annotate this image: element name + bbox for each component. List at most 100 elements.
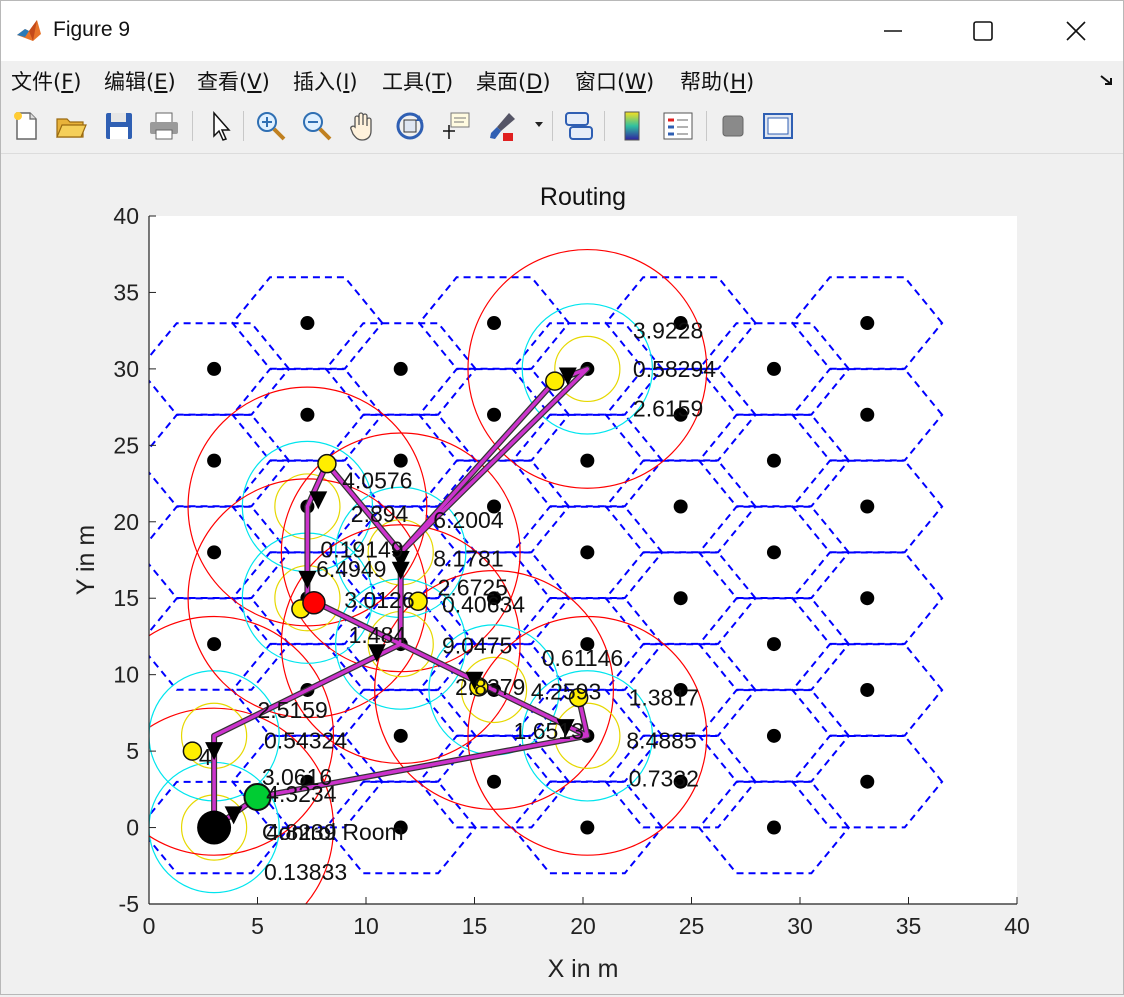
x-tick-label-2: 10 (353, 913, 379, 939)
y-tick-label-7: 5 (126, 738, 139, 764)
sensor-node-16 (393, 361, 408, 376)
y-tick-labels: 40 35 30 25 20 15 10 5 0 -5 (113, 203, 139, 917)
node-annotation-11: 3.0126 (344, 587, 414, 613)
sensor-node-44 (860, 499, 875, 514)
x-tick-labels: 0 5 10 15 20 25 30 35 40 (143, 913, 1030, 939)
sensor-node-12 (393, 728, 408, 743)
sensor-node-45 (860, 407, 875, 422)
pan-hand-icon[interactable] (346, 109, 380, 143)
menu-tools[interactable]: 工具(T) (382, 66, 453, 96)
menu-edit[interactable]: 编辑(E) (104, 66, 176, 96)
sensor-node-35 (766, 820, 781, 835)
close-button[interactable] (1029, 1, 1123, 61)
colorbar-icon[interactable] (615, 109, 649, 143)
sensor-node-21 (487, 407, 502, 422)
node-annotation-26: 0.13833 (264, 859, 347, 885)
x-tick-label-4: 20 (570, 913, 596, 939)
node-annotation-14: 0.61146 (542, 645, 623, 671)
sensor-node-26 (580, 545, 595, 560)
y-axis-label: Y in m (72, 525, 100, 595)
menu-desktop[interactable]: 桌面(D) (476, 66, 551, 96)
new-file-icon[interactable] (9, 109, 43, 143)
node-annotation-15: 2.8379 (455, 674, 525, 700)
node-annotation-22: 0.54324 (264, 727, 347, 753)
y-tick-label-9: -5 (119, 891, 139, 917)
node-annotation-13: 9.0475 (442, 633, 512, 659)
brush-icon[interactable] (485, 109, 519, 143)
sensor-node-4 (207, 361, 222, 376)
node-annotation-10: 0.40634 (442, 591, 525, 617)
cluster-head-node (302, 591, 326, 615)
maximize-button[interactable] (936, 1, 1030, 61)
menu-view[interactable]: 查看(V) (197, 66, 270, 96)
print-icon[interactable] (147, 109, 181, 143)
menu-insert[interactable]: 插入(I) (293, 66, 358, 96)
sensor-node-10 (300, 316, 315, 331)
data-cursor-icon[interactable] (439, 109, 473, 143)
toolbar-separator (706, 111, 707, 141)
base-station-node (197, 810, 232, 845)
save-icon[interactable] (102, 109, 136, 143)
node-annotation-2: 2.6159 (633, 396, 703, 422)
routing-plot[interactable]: Routing X in m Y in m 0 5 10 15 20 25 30 35 40 4… (3, 154, 1121, 992)
sensor-node-22 (487, 316, 502, 331)
node-annotation-1: 0.58294 (633, 356, 716, 382)
active-node-2 (317, 453, 337, 474)
pointer-icon[interactable] (204, 109, 238, 143)
y-tick-label-5: 15 (113, 585, 139, 611)
legend-icon[interactable] (661, 109, 695, 143)
sensor-node-37 (766, 637, 781, 652)
rotate-3d-icon[interactable] (393, 109, 427, 143)
menu-window[interactable]: 窗口(W) (575, 66, 654, 96)
sensor-node-32 (673, 499, 688, 514)
base-station-label-1: 4.8239 (266, 819, 336, 845)
matlab-icon (15, 17, 43, 45)
figure-canvas: Routing X in m Y in m 0 5 10 15 20 25 30 35 40 4… (3, 154, 1121, 992)
node-annotation-8: 8.1781 (433, 545, 503, 571)
x-axis-label: X in m (548, 955, 619, 983)
show-plot-tools-icon[interactable] (761, 109, 795, 143)
close-icon (1066, 21, 1086, 41)
sensor-node-17 (487, 774, 502, 789)
x-tick-label-6: 30 (787, 913, 813, 939)
open-folder-icon[interactable] (54, 109, 88, 143)
x-tick-label-8: 40 (1004, 913, 1030, 939)
toolbar-separator (604, 111, 605, 141)
menu-bar: 文件(F) 编辑(E) 查看(V) 插入(I) 工具(T) 桌面(D) 窗口(W… (1, 61, 1123, 99)
node-annotation-16: 4.2593 (531, 678, 601, 704)
node-annotation-3: 4.0576 (342, 467, 412, 493)
x-tick-label-3: 15 (462, 913, 488, 939)
sensor-node-39 (766, 453, 781, 468)
zoom-in-icon[interactable] (254, 109, 288, 143)
window-title: Figure 9 (53, 18, 131, 41)
hide-plot-tools-icon[interactable] (716, 109, 750, 143)
sensor-node-38 (766, 545, 781, 560)
link-plot-icon[interactable] (562, 109, 596, 143)
menu-file[interactable]: 文件(F) (11, 66, 82, 96)
node-annotation-25: 4 (199, 744, 212, 770)
y-tick-label-6: 10 (113, 662, 139, 688)
node-annotation-7: 6.4949 (316, 556, 386, 582)
y-tick-label-1: 35 (113, 279, 139, 305)
zoom-out-icon[interactable] (300, 109, 334, 143)
sensor-node-23 (580, 820, 595, 835)
chevron-down-icon[interactable] (534, 121, 544, 129)
y-tick-label-3: 25 (113, 432, 139, 458)
title-bar[interactable]: Figure 9 (1, 1, 1123, 61)
y-tick-label-2: 30 (113, 356, 139, 382)
maximize-icon (973, 21, 993, 41)
y-tick-label-8: 0 (126, 815, 139, 841)
node-annotation-4: 2.894 (351, 501, 409, 527)
x-tick-label-5: 25 (679, 913, 705, 939)
dock-arrow-icon[interactable] (1099, 74, 1115, 88)
sensor-node-3 (207, 453, 222, 468)
menu-help[interactable]: 帮助(H) (680, 66, 754, 96)
sensor-node-9 (300, 407, 315, 422)
figure-window: Figure 9 文件(F) 编辑(E) 查看(V) 插入(I) 工具(T) 桌… (0, 0, 1124, 995)
sensor-node-1 (207, 637, 222, 652)
node-annotation-19: 8.4885 (626, 727, 696, 753)
plot-title: Routing (540, 183, 626, 211)
active-node-5 (545, 371, 565, 391)
y-tick-label-0: 40 (113, 203, 139, 229)
minimize-button[interactable] (846, 1, 940, 61)
